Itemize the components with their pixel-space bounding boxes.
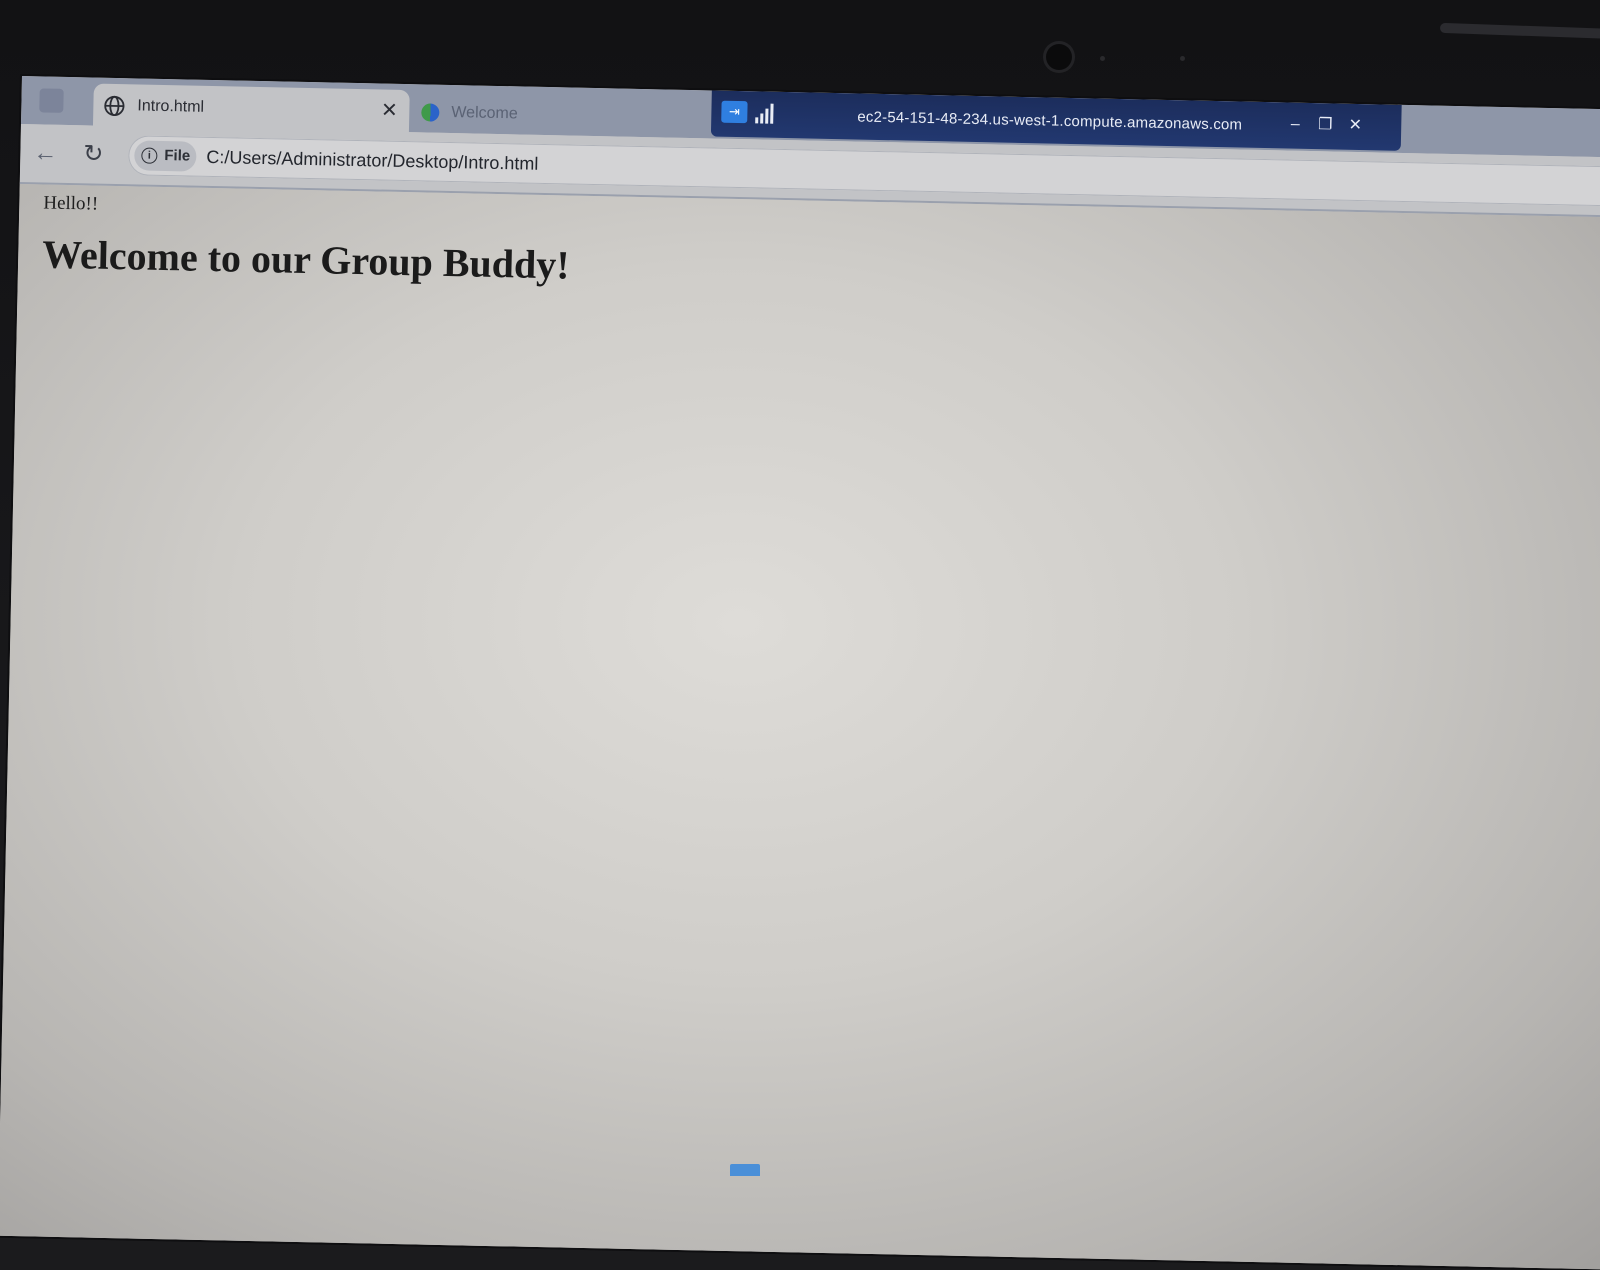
sensor-icon xyxy=(1100,56,1105,61)
welcome-favicon-icon xyxy=(421,103,439,121)
back-arrow-icon[interactable]: ← xyxy=(30,138,61,169)
page-heading: Welcome to our Group Buddy! xyxy=(42,230,570,288)
sensor-icon xyxy=(1180,56,1185,61)
screen: Intro.html ✕ Welcome ⇥ ec2-54-151-48-234… xyxy=(0,76,1600,1270)
close-tab-icon[interactable]: ✕ xyxy=(377,98,401,122)
start-menu-icon[interactable] xyxy=(730,1164,760,1176)
bezel-slot xyxy=(1440,23,1600,39)
remote-host-name: ec2-54-151-48-234.us-west-1.compute.amaz… xyxy=(857,109,1242,134)
tab-welcome[interactable]: Welcome xyxy=(413,92,694,138)
info-icon: i xyxy=(141,148,157,164)
restore-icon[interactable]: ❐ xyxy=(1315,115,1335,135)
url-text[interactable]: C:/Users/Administrator/Desktop/Intro.htm… xyxy=(206,147,538,175)
tab-title: Welcome xyxy=(451,104,518,123)
site-info-chip[interactable]: i File xyxy=(134,140,197,171)
globe-icon xyxy=(103,95,125,117)
tab-search-button[interactable] xyxy=(39,88,63,112)
pin-icon[interactable]: ⇥ xyxy=(721,101,747,124)
greeting-text: Hello!! xyxy=(43,192,98,215)
site-info-label: File xyxy=(164,147,190,165)
webcam-icon xyxy=(1046,44,1072,70)
tab-title: Intro.html xyxy=(137,97,204,116)
close-icon[interactable]: ✕ xyxy=(1345,116,1365,136)
page-content: Hello!! Welcome to our Group Buddy! xyxy=(0,184,1600,1270)
minimize-icon[interactable]: – xyxy=(1285,114,1305,134)
reload-icon[interactable]: ↻ xyxy=(78,139,109,170)
signal-strength-icon[interactable] xyxy=(755,101,775,123)
